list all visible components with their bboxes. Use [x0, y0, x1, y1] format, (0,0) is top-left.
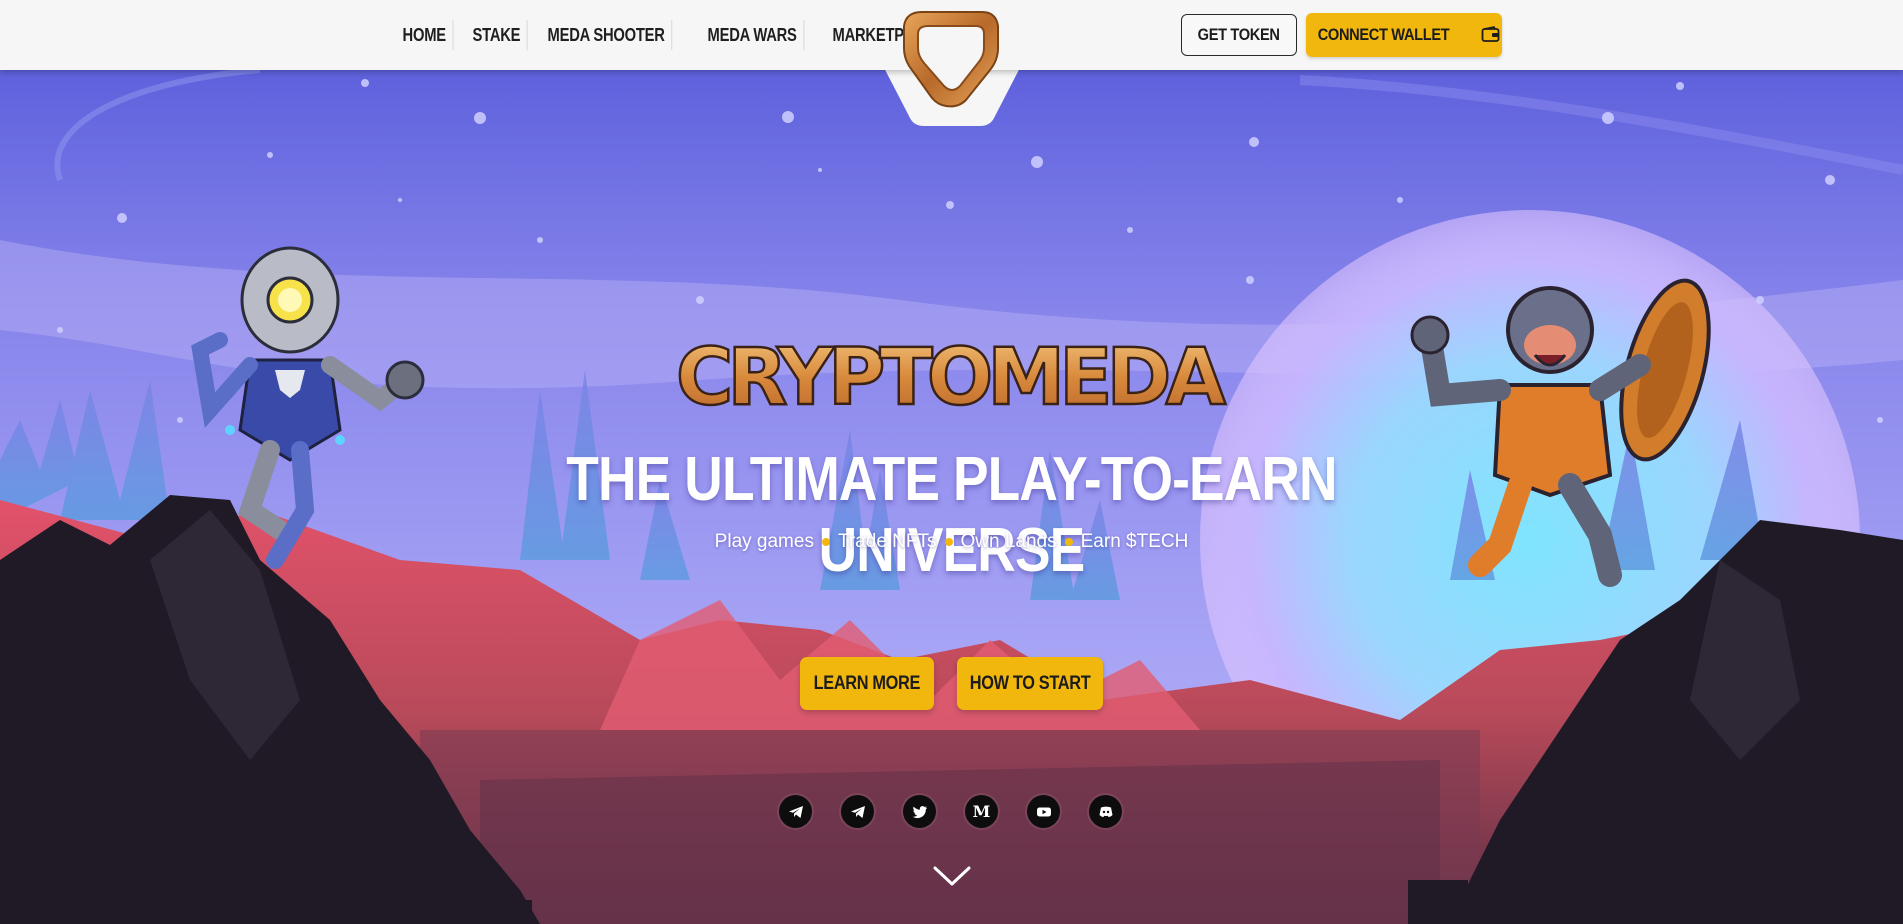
twitter-icon — [912, 805, 927, 818]
discord-link[interactable] — [1089, 795, 1122, 828]
tagline-item: Trade NFTs — [837, 531, 937, 552]
get-token-button[interactable]: GET TOKEN — [1181, 14, 1297, 56]
telegram-link[interactable] — [841, 795, 874, 828]
nav-stake[interactable]: STAKE — [466, 20, 528, 50]
how-to-start-label: HOW TO START — [969, 672, 1091, 694]
cryptomeda-wordmark: CRYPTOMEDA — [675, 332, 1229, 416]
robot-character-illustration — [191, 246, 425, 569]
telegram-link[interactable] — [779, 795, 812, 828]
brand-title: CRYPTOMEDA — [676, 333, 1226, 416]
nav-meda-shooter[interactable]: MEDA SHOOTER — [541, 20, 672, 50]
hero-tagline: Play games Trade NFTs Own Lands Earn $TE… — [0, 531, 1903, 553]
medium-link[interactable]: M — [965, 795, 998, 828]
youtube-icon — [1036, 807, 1051, 816]
telegram-icon — [850, 805, 865, 818]
youtube-link[interactable] — [1027, 795, 1060, 828]
get-token-label: GET TOKEN — [1198, 25, 1280, 44]
tagline-item: Play games — [714, 531, 814, 552]
main-nav: HOME STAKE MEDA SHOOTER MEDA WARS MARKET… — [396, 20, 977, 50]
connect-wallet-label: CONNECT WALLET — [1318, 25, 1450, 44]
twitter-link[interactable] — [903, 795, 936, 828]
nav-home[interactable]: HOME — [396, 20, 454, 50]
learn-more-button[interactable]: LEARN MORE — [800, 657, 934, 710]
bullet-dot — [1064, 538, 1073, 546]
cryptomeda-logo-icon[interactable] — [900, 8, 1004, 108]
tagline-item: Earn $TECH — [1080, 531, 1189, 552]
nav-meda-wars[interactable]: MEDA WARS — [701, 20, 804, 50]
scroll-down-chevron-icon[interactable] — [932, 864, 972, 888]
bullet-dot — [944, 538, 953, 546]
how-to-start-button[interactable]: HOW TO START — [957, 657, 1103, 710]
social-links: M — [779, 795, 1122, 828]
tagline-item: Own Lands — [960, 531, 1057, 552]
connect-wallet-button[interactable]: CONNECT WALLET — [1306, 13, 1502, 57]
hero-headline: THE ULTIMATE PLAY-TO-EARN UNIVERSE — [566, 445, 1337, 585]
medium-icon: M — [972, 802, 991, 821]
wallet-icon — [1481, 26, 1499, 42]
bullet-dot — [821, 538, 830, 546]
learn-more-label: LEARN MORE — [813, 672, 921, 694]
telegram-icon — [788, 805, 803, 818]
discord-icon — [1099, 806, 1112, 817]
